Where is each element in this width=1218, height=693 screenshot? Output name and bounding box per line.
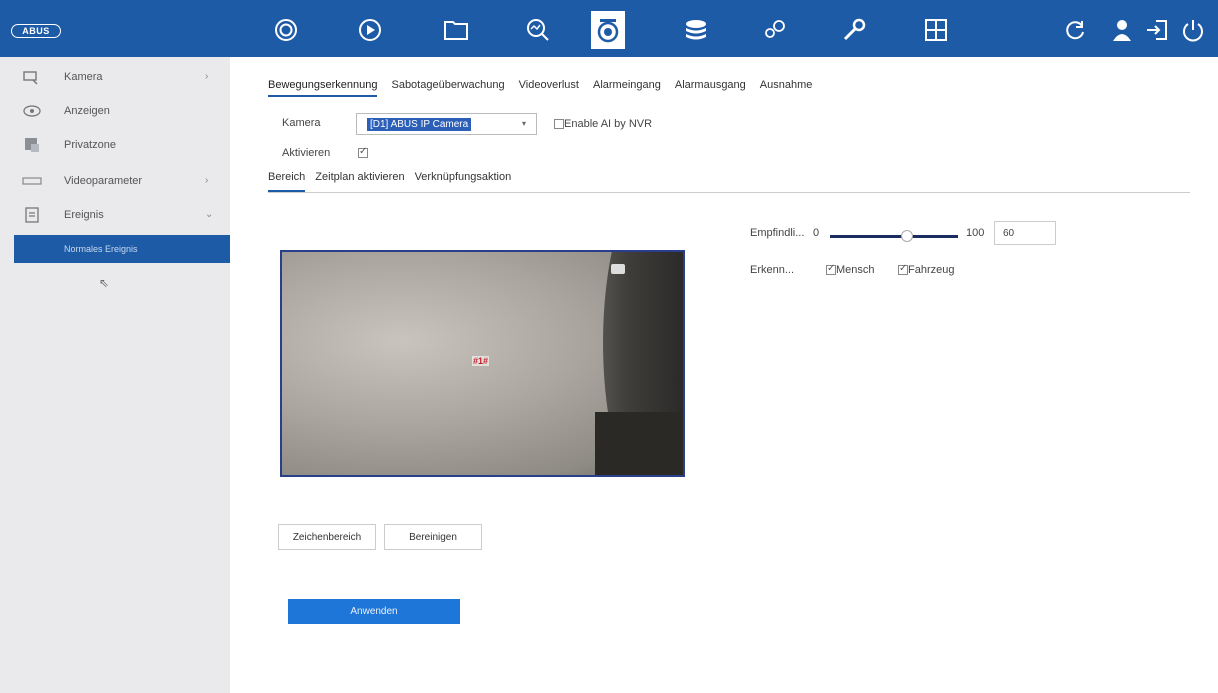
tab-alarmausgang[interactable]: Alarmausgang — [675, 79, 746, 97]
tab-bewegungserkennung[interactable]: Bewegungserkennung — [268, 79, 378, 97]
sidebar-item-label: Ereignis — [64, 208, 104, 221]
maintenance-icon[interactable] — [836, 12, 872, 48]
sidebar-item-label: Kamera — [64, 70, 103, 83]
vehicle-option[interactable]: Fahrzeug — [898, 263, 955, 276]
tab-zeitplan[interactable]: Zeitplan aktivieren — [315, 171, 404, 192]
sidebar-item-kamera[interactable]: Kamera › — [0, 59, 230, 94]
sensitivity-label: Empfindli... — [750, 227, 805, 239]
system-settings-icon[interactable] — [756, 12, 792, 48]
preview-object — [595, 412, 683, 475]
sidebar-item-label: Videoparameter — [64, 174, 143, 187]
camera-icon — [22, 68, 42, 86]
slider-handle[interactable] — [900, 230, 913, 242]
camera-icon[interactable] — [591, 11, 625, 49]
sidebar: Kamera › Anzeigen Privatzone Videoparame… — [0, 57, 230, 693]
power-icon[interactable] — [1180, 12, 1206, 48]
tab-ausnahme[interactable]: Ausnahme — [760, 79, 813, 97]
detection-label: Erkenn... — [750, 264, 795, 276]
enable-ai-option[interactable]: Enable AI by NVR — [554, 118, 652, 130]
event-icon — [22, 206, 42, 224]
sidebar-item-videoparameter[interactable]: Videoparameter › — [0, 163, 230, 198]
tab-videoverlust[interactable]: Videoverlust — [519, 79, 579, 97]
vehicle-label: Fahrzeug — [908, 264, 955, 276]
sensitivity-value-input[interactable]: 60 — [994, 221, 1056, 245]
tab-alarmeingang[interactable]: Alarmeingang — [593, 79, 661, 97]
sidebar-item-anzeigen[interactable]: Anzeigen — [0, 93, 230, 128]
smart-search-icon[interactable] — [520, 12, 556, 48]
sidebar-item-privatzone[interactable]: Privatzone — [0, 127, 230, 162]
files-icon[interactable] — [438, 12, 474, 48]
privacy-icon — [22, 136, 42, 154]
abus-logo: ABUS — [11, 24, 61, 38]
chevron-right-icon: › — [205, 175, 209, 186]
grid-icon[interactable] — [918, 12, 954, 48]
storage-icon[interactable] — [678, 12, 714, 48]
detection-zone-label: #1# — [472, 356, 490, 366]
live-view-icon[interactable] — [268, 12, 304, 48]
top-bar: ABUS — [0, 0, 1218, 57]
motion-subtabs: Bereich Zeitplan aktivieren Verknüpfungs… — [268, 171, 1190, 193]
user-icon[interactable] — [1110, 12, 1136, 48]
human-option[interactable]: Mensch — [826, 263, 875, 276]
human-checkbox[interactable] — [826, 263, 836, 276]
eye-icon — [22, 102, 42, 120]
video-param-icon — [22, 172, 42, 190]
activate-checkbox[interactable] — [358, 146, 368, 158]
sidebar-item-label: Anzeigen — [64, 104, 110, 117]
camera-preview[interactable]: #1# — [280, 250, 685, 477]
event-tabs: Bewegungserkennung Sabotageüberwachung V… — [268, 79, 826, 97]
draw-area-button[interactable]: Zeichenbereich — [278, 524, 376, 550]
clear-button[interactable]: Bereinigen — [384, 524, 482, 550]
main-content: Bewegungserkennung Sabotageüberwachung V… — [230, 57, 1218, 693]
camera-select[interactable]: [D1] ABUS IP Camera ▾ — [356, 113, 537, 135]
vehicle-checkbox[interactable] — [898, 263, 908, 276]
enable-ai-label: Enable AI by NVR — [564, 118, 653, 130]
chevron-down-icon: ▾ — [521, 119, 526, 128]
enable-ai-checkbox[interactable] — [554, 119, 564, 130]
sidebar-subitem-normal-event[interactable]: Normales Ereignis — [14, 235, 230, 263]
human-label: Mensch — [836, 264, 875, 276]
sidebar-item-label: Privatzone — [64, 138, 116, 151]
camera-select-value: [D1] ABUS IP Camera — [367, 117, 472, 131]
playback-icon[interactable] — [352, 12, 388, 48]
tab-bereich[interactable]: Bereich — [268, 171, 306, 192]
tab-sabotage[interactable]: Sabotageüberwachung — [391, 79, 504, 97]
camera-label: Kamera — [282, 117, 321, 129]
tab-verknuepfung[interactable]: Verknüpfungsaktion — [415, 171, 512, 192]
chevron-right-icon: › — [205, 71, 209, 82]
logout-icon[interactable] — [1144, 12, 1170, 48]
sensitivity-min: 0 — [813, 227, 820, 239]
sensitivity-max: 100 — [966, 227, 985, 239]
activate-label: Aktivieren — [282, 147, 331, 159]
sidebar-item-ereignis[interactable]: Ereignis ⌄ — [0, 197, 230, 232]
camera-status-icon — [611, 264, 625, 274]
apply-button[interactable]: Anwenden — [288, 599, 460, 624]
refresh-icon[interactable] — [1062, 12, 1088, 48]
chevron-down-icon: ⌄ — [205, 209, 214, 220]
sensitivity-slider[interactable] — [830, 230, 958, 242]
mouse-cursor-icon: ⇖ — [99, 276, 110, 290]
